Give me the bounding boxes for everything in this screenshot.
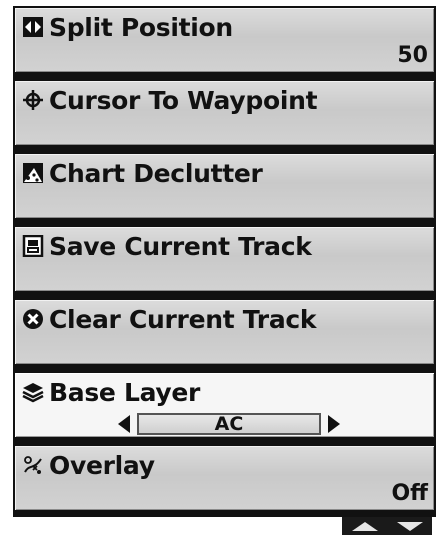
menu-list: Split Position 50 Cursor To Waypoint Cha… bbox=[13, 6, 436, 517]
menu-item-overlay[interactable]: Overlay Off bbox=[13, 444, 436, 512]
base-layer-icon bbox=[21, 380, 45, 404]
menu-item-label: Save Current Track bbox=[49, 231, 312, 261]
menu-item-label: Cursor To Waypoint bbox=[49, 85, 318, 115]
arrow-right-icon[interactable] bbox=[325, 413, 343, 435]
menu-item-label: Overlay bbox=[49, 450, 155, 480]
clear-track-icon bbox=[21, 307, 45, 331]
base-layer-selector[interactable]: AC bbox=[115, 413, 343, 435]
menu-item-clear-current-track[interactable]: Clear Current Track bbox=[13, 298, 436, 366]
split-position-value: 50 bbox=[397, 43, 428, 68]
menu-item-label: Split Position bbox=[49, 12, 233, 42]
overlay-icon bbox=[21, 453, 45, 477]
chart-declutter-icon bbox=[21, 161, 45, 185]
scroll-up-icon[interactable] bbox=[350, 520, 380, 532]
crosshair-icon bbox=[21, 88, 45, 112]
menu-item-label: Clear Current Track bbox=[49, 304, 317, 334]
menu-item-cursor-to-waypoint[interactable]: Cursor To Waypoint bbox=[13, 79, 436, 147]
overlay-value: Off bbox=[391, 481, 428, 506]
split-position-icon bbox=[21, 15, 45, 39]
base-layer-value: AC bbox=[137, 413, 321, 435]
menu-item-base-layer[interactable]: Base Layer AC bbox=[13, 371, 436, 439]
menu-item-save-current-track[interactable]: Save Current Track bbox=[13, 225, 436, 293]
save-track-icon bbox=[21, 234, 45, 258]
menu-item-label: Base Layer bbox=[49, 377, 201, 407]
scroll-down-icon[interactable] bbox=[395, 520, 425, 532]
menu-item-chart-declutter[interactable]: Chart Declutter bbox=[13, 152, 436, 220]
scroll-indicator[interactable] bbox=[342, 517, 432, 535]
menu-item-split-position[interactable]: Split Position 50 bbox=[13, 6, 436, 74]
arrow-left-icon[interactable] bbox=[115, 413, 133, 435]
menu-item-label: Chart Declutter bbox=[49, 158, 263, 188]
